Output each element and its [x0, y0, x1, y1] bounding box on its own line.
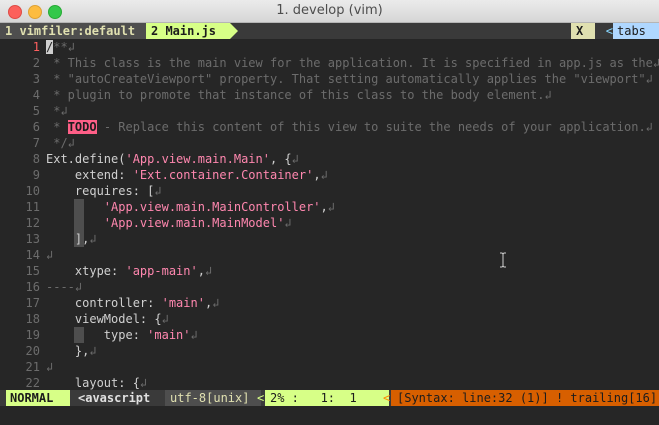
tabs-separator: <: [605, 24, 613, 38]
code-line: 2 * This class is the main view for the …: [32, 56, 659, 70]
tab-line: 1 vimfiler:default 2 Main.js X < tabs: [0, 23, 659, 39]
tab-separator-arrow: [230, 23, 238, 39]
code-line: 9 extend: 'Ext.container.Container',↲: [32, 168, 328, 182]
code-line: 1/**↲: [0, 39, 659, 55]
title-bar: 1. develop (vim): [0, 0, 659, 23]
editor-pane[interactable]: 1/**↲ 2 * This class is the main view fo…: [0, 39, 659, 390]
code-line: 13 ],↲: [25, 232, 97, 246]
text-ibeam-icon: [500, 252, 506, 268]
code-line: 3 * "autoCreateViewport" property. That …: [32, 72, 653, 86]
code-line: 7 */↲: [32, 136, 75, 150]
code-line: 20 },↲: [25, 344, 97, 358]
code-line: 8 Ext.define('App.view.main.Main', {↲: [32, 152, 299, 166]
code-line: 4 * plugin to promote that instance of t…: [32, 88, 552, 102]
mode-arrow: >: [62, 391, 70, 405]
filetype-label: <avascript: [78, 391, 151, 405]
cursor-position: 2% : 1: 1: [265, 390, 389, 406]
code-line: 22 layout: {↲: [25, 376, 148, 390]
mode-indicator: NORMAL: [6, 390, 70, 406]
code-line: 16 ----↲: [25, 280, 83, 294]
code-line: 14 ↲: [25, 248, 54, 262]
text-cursor: /: [46, 40, 54, 54]
tab-vimfiler[interactable]: 1 vimfiler:default: [0, 23, 146, 39]
tabs-label: tabs: [613, 23, 659, 39]
status-line: NORMAL > <avascript utf-8[unix] < 2% : 1…: [0, 390, 659, 406]
tab-main-js[interactable]: 2 Main.js: [146, 23, 230, 39]
code-line: 12 'App.view.main.MainModel'↲: [25, 216, 292, 230]
code-line: 11 'App.view.main.MainController',↲: [25, 200, 336, 214]
window-title: 1. develop (vim): [276, 3, 383, 18]
code-line: 10 requires: [↲: [25, 184, 162, 198]
code-line: 21 ↲: [25, 360, 54, 374]
todo-highlight: TODO: [67, 120, 97, 134]
position-arrow: <: [383, 391, 391, 405]
command-line[interactable]: [0, 406, 659, 425]
code-line: 15 xtype: 'app-main',↲: [25, 264, 213, 278]
vim-window: 1. develop (vim) 1 vimfiler:default 2 Ma…: [0, 0, 659, 425]
syntax-warning: [Syntax: line:32 (1)] ! trailing[16]: [391, 390, 659, 406]
encoding-arrow: <: [257, 391, 265, 405]
encoding-label: utf-8[unix]: [165, 390, 261, 406]
code-line: 18 viewModel: {↲: [25, 312, 169, 326]
code-line: 6 * TODO - Replace this content of this …: [32, 120, 653, 134]
line-number: 1: [32, 40, 40, 54]
code-line: 5 *↲: [32, 104, 68, 118]
code-line: 17 controller: 'main',↲: [25, 296, 220, 310]
code-line: 19 type: 'main'↲: [25, 328, 198, 342]
close-tab-button[interactable]: X: [571, 23, 595, 39]
